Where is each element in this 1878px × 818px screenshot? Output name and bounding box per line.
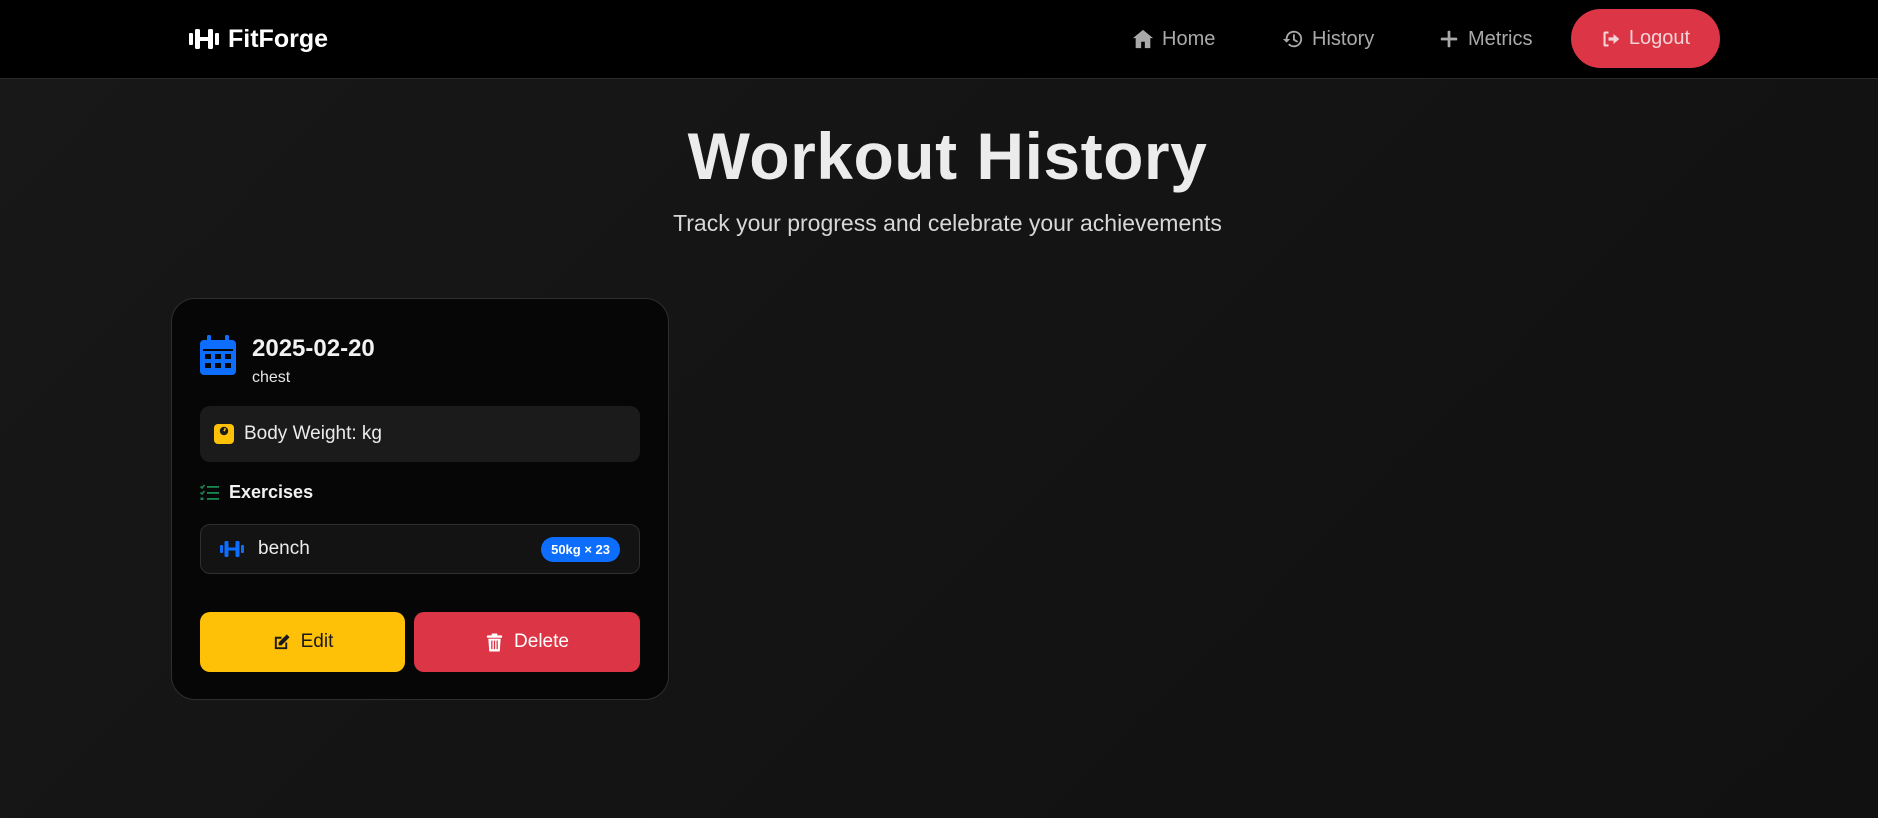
calendar-icon — [200, 335, 236, 375]
exercise-name: bench — [258, 538, 310, 559]
exercises-heading-label: Exercises — [229, 482, 314, 502]
dumbbell-icon — [220, 541, 244, 557]
exercises-heading: Exercises — [200, 482, 313, 503]
nav-home[interactable]: Home — [1132, 24, 1215, 54]
weight-scale-icon — [214, 424, 234, 444]
nav-history[interactable]: History — [1282, 24, 1374, 54]
nav-history-label: History — [1312, 27, 1375, 50]
brand-name: FitForge — [228, 24, 328, 53]
nav-metrics-label: Metrics — [1468, 27, 1533, 50]
edit-label: Edit — [300, 631, 334, 652]
workout-card-header: 2025-02-20 chest — [200, 335, 375, 387]
workout-date: 2025-02-20 — [252, 335, 375, 362]
logout-label: Logout — [1628, 27, 1691, 49]
edit-button[interactable]: Edit — [200, 612, 405, 672]
history-icon — [1282, 30, 1303, 48]
dumbbell-icon — [189, 29, 219, 49]
nav-metrics[interactable]: Metrics — [1438, 24, 1532, 54]
navbar: FitForge Home History Metrics Logout — [0, 0, 1878, 79]
page-subtitle: Track your progress and celebrate your a… — [673, 210, 1222, 236]
workout-type: chest — [252, 369, 291, 386]
trash-icon — [486, 632, 503, 652]
workout-card: 2025-02-20 chest Body Weight: kg Exercis… — [171, 298, 669, 700]
exercise-badge: 50kg × 23 — [541, 537, 620, 562]
brand-logo[interactable]: FitForge — [188, 22, 328, 56]
list-check-icon — [200, 484, 219, 500]
exercise-item: bench 50kg × 23 — [200, 524, 640, 574]
delete-button[interactable]: Delete — [414, 612, 640, 672]
delete-label: Delete — [514, 631, 569, 652]
edit-icon — [274, 633, 290, 649]
page-title: Workout History — [687, 119, 1208, 193]
home-icon — [1132, 29, 1154, 49]
nav-home-label: Home — [1162, 27, 1216, 50]
plus-icon — [1440, 30, 1458, 48]
logout-button[interactable]: Logout — [1571, 9, 1720, 68]
body-weight-box: Body Weight: kg — [200, 406, 640, 462]
sign-out-icon — [1603, 31, 1620, 46]
body-weight-label: Body Weight: kg — [244, 423, 383, 444]
